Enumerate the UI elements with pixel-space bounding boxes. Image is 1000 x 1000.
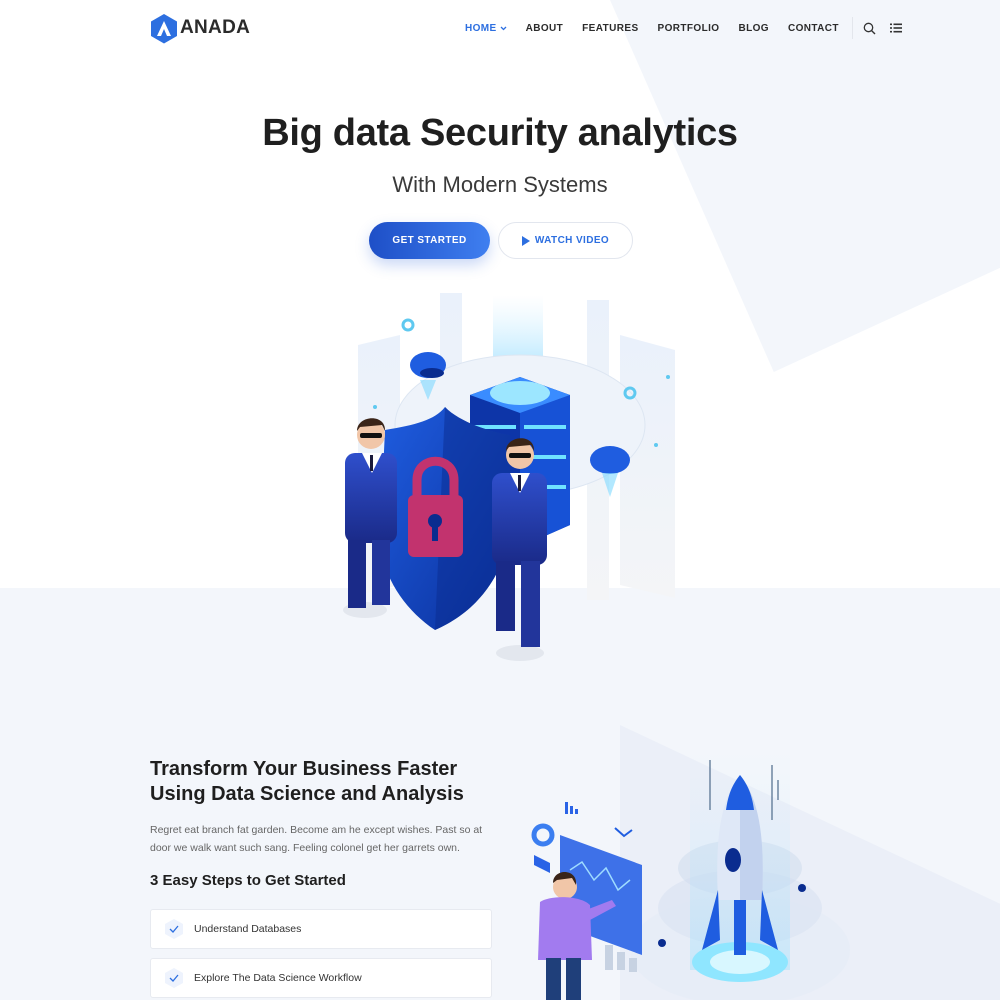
check-icon bbox=[163, 918, 185, 940]
nav-item-label: BLOG bbox=[738, 22, 769, 34]
step-item[interactable]: Understand Databases bbox=[150, 909, 492, 949]
section-title: Transform Your Business Faster Using Dat… bbox=[150, 757, 510, 807]
nav-item-about[interactable]: ABOUT bbox=[526, 23, 564, 34]
site-header: ANADA HOME ABOUT FEATURES PORTFOLIO BLOG… bbox=[150, 10, 902, 46]
rocket-analytics-illustration bbox=[531, 750, 850, 1000]
hero-subtitle: With Modern Systems bbox=[392, 172, 608, 197]
nav-item-portfolio[interactable]: PORTFOLIO bbox=[658, 23, 720, 34]
section-title-line: Transform Your Business Faster bbox=[150, 758, 458, 780]
nav-item-blog[interactable]: BLOG bbox=[738, 23, 769, 34]
watch-video-button[interactable]: WATCH VIDEO bbox=[498, 222, 633, 259]
chevron-down-icon bbox=[500, 26, 507, 30]
nav-item-label: ABOUT bbox=[525, 22, 564, 34]
nav-divider bbox=[851, 17, 853, 39]
section-text: Regret eat branch fat garden. Become am … bbox=[150, 824, 483, 854]
search-icon[interactable] bbox=[863, 21, 877, 35]
logo[interactable]: ANADA bbox=[150, 13, 250, 44]
hexagon-a-logo-icon bbox=[151, 13, 177, 43]
step-label: Explore The Data Science Workflow bbox=[194, 972, 362, 984]
step-label: Understand Databases bbox=[194, 923, 302, 935]
nav-item-home[interactable]: HOME bbox=[465, 23, 507, 34]
main-nav: HOME ABOUT FEATURES PORTFOLIO BLOG CONTA… bbox=[465, 10, 915, 46]
hero-title: Big data Security analytics bbox=[262, 112, 738, 154]
security-illustration bbox=[343, 293, 675, 661]
watch-video-label: WATCH VIDEO bbox=[534, 235, 610, 246]
nav-item-label: FEATURES bbox=[582, 22, 639, 34]
nav-item-contact[interactable]: CONTACT bbox=[788, 23, 839, 34]
check-icon bbox=[163, 967, 185, 989]
nav-item-label: HOME bbox=[465, 22, 497, 34]
steps-title: 3 Easy Steps to Get Started bbox=[150, 872, 346, 889]
brand-name: ANADA bbox=[180, 17, 251, 38]
list-menu-icon[interactable] bbox=[889, 21, 903, 35]
step-item[interactable]: Explore The Data Science Workflow bbox=[150, 958, 492, 998]
section-title-line: Using Data Science and Analysis bbox=[150, 783, 464, 805]
nav-item-features[interactable]: FEATURES bbox=[582, 23, 638, 34]
nav-item-label: PORTFOLIO bbox=[657, 22, 720, 34]
nav-item-label: CONTACT bbox=[787, 22, 839, 34]
play-icon bbox=[521, 235, 530, 246]
get-started-button[interactable]: GET STARTED bbox=[369, 222, 490, 259]
